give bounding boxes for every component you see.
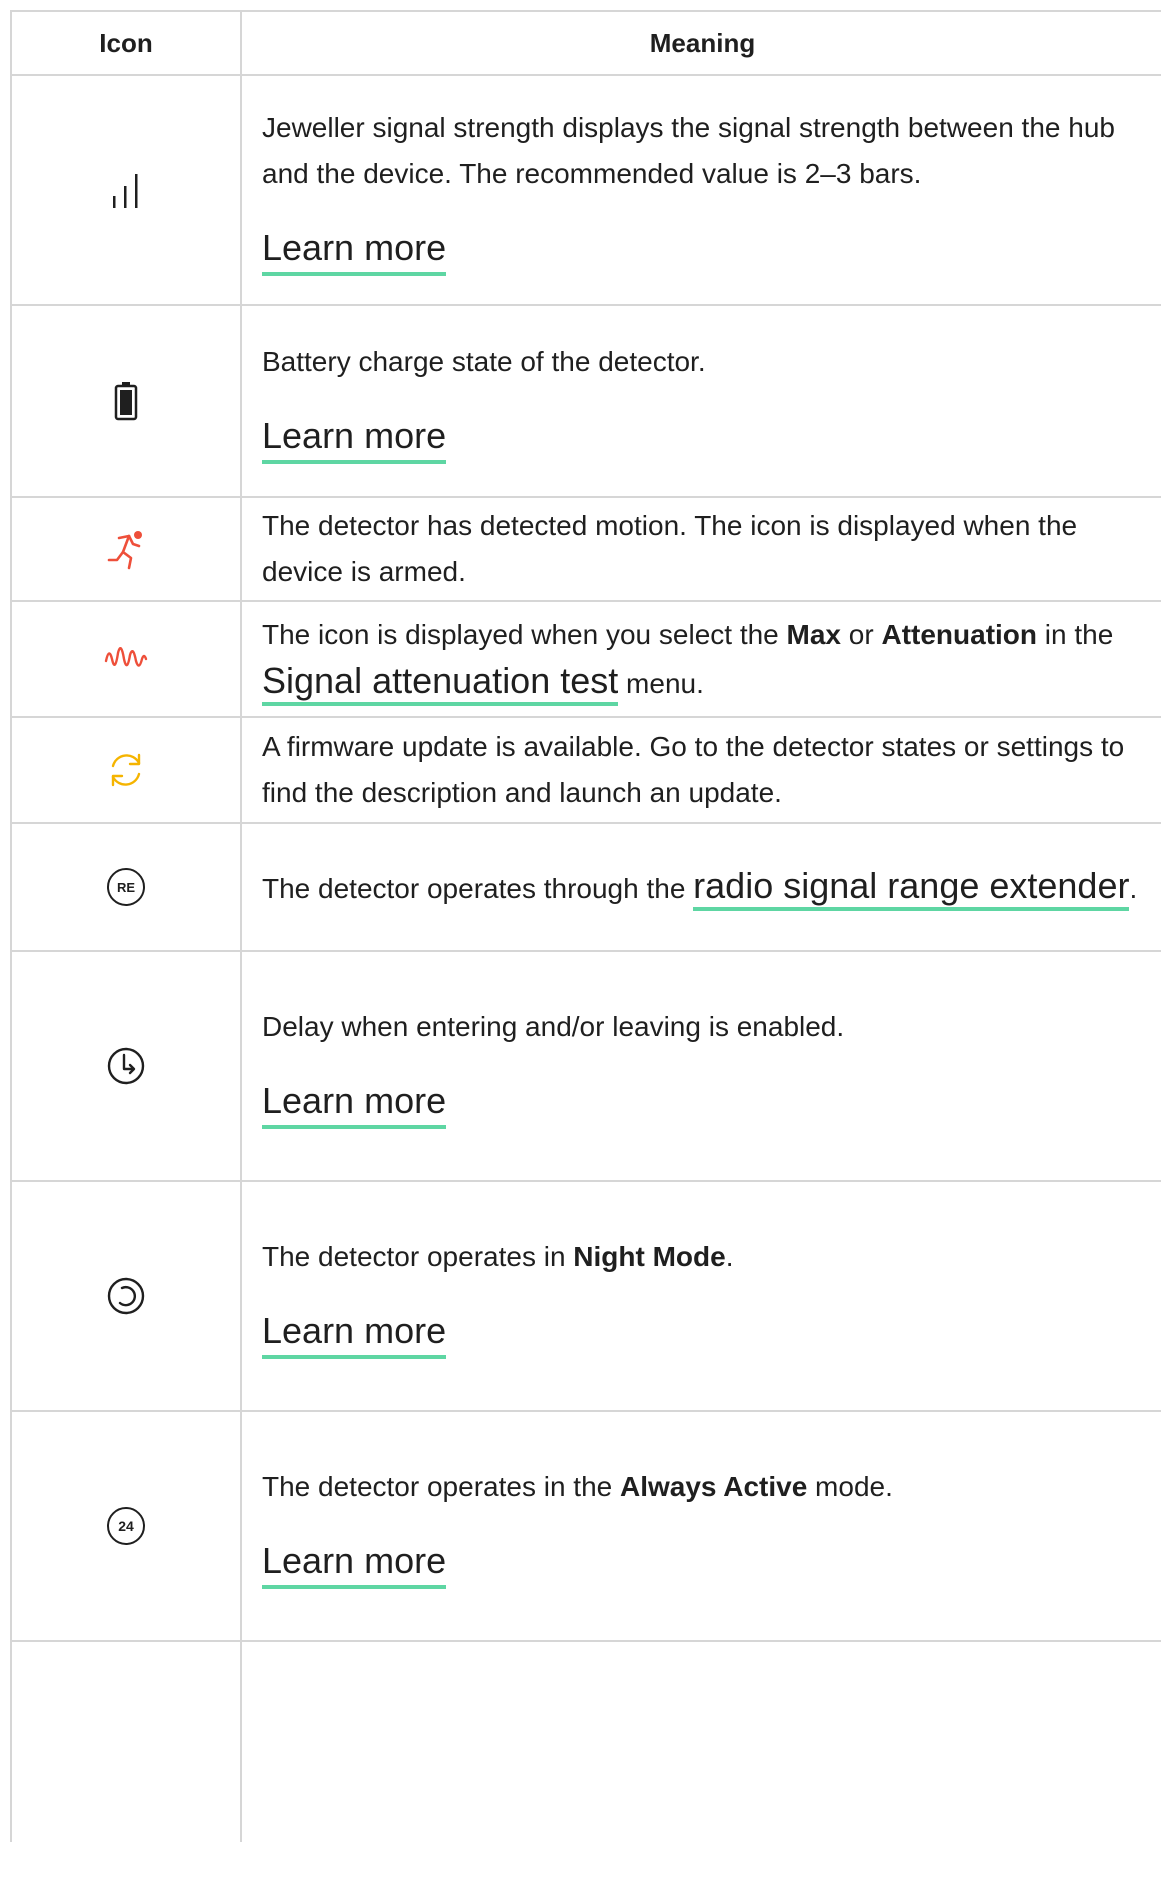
table-row: 24 The detector operates in the Always A… <box>12 1412 1161 1642</box>
row-description: The detector operates in the Always Acti… <box>262 1470 893 1502</box>
motion-runner-icon <box>107 531 142 570</box>
icons-table: Icon Meaning Jeweller signal strength di… <box>10 10 1161 1842</box>
bold-night-mode: Night Mode <box>573 1240 726 1272</box>
learn-more-link[interactable]: Learn more <box>262 413 447 464</box>
row-description: Delay when entering and/or leaving is en… <box>262 1010 845 1042</box>
row-description: The detector operates through the radio … <box>262 863 1139 912</box>
signal-attenuation-test-link[interactable]: Signal attenuation test <box>262 659 619 706</box>
table-row: The detector has detected motion. The ic… <box>12 498 1161 602</box>
radio-signal-range-extender-link[interactable]: radio signal range extender <box>693 864 1130 911</box>
table-row: Jeweller signal strength displays the si… <box>12 76 1161 306</box>
table-row: The icon is displayed when you select th… <box>12 602 1161 718</box>
header-meaning-column: Meaning <box>649 28 756 58</box>
table-row: A firmware update is available. Go to th… <box>12 718 1161 824</box>
header-icon-column: Icon <box>12 12 242 74</box>
row-description: Battery charge state of the detector. <box>262 345 706 377</box>
learn-more-link[interactable]: Learn more <box>262 225 447 276</box>
always-active-icon: 24 <box>107 1507 145 1545</box>
table-row: The detector operates in Night Mode. Lea… <box>12 1182 1161 1412</box>
row-description: A firmware update is available. Go to th… <box>262 731 1125 808</box>
learn-more-link[interactable]: Learn more <box>262 1538 447 1589</box>
signal-wave-icon <box>104 647 148 667</box>
row-description: Jeweller signal strength displays the si… <box>262 111 1115 189</box>
delay-clock-icon <box>107 1047 145 1085</box>
learn-more-link[interactable]: Learn more <box>262 1078 447 1129</box>
row-description: The detector has detected motion. The ic… <box>262 510 1078 587</box>
signal-strength-icon <box>113 174 138 208</box>
table-row: Delay when entering and/or leaving is en… <box>12 952 1161 1182</box>
battery-icon <box>114 382 138 421</box>
row-description: The icon is displayed when you select th… <box>262 612 1139 707</box>
table-row: Battery charge state of the detector. Le… <box>12 306 1161 498</box>
learn-more-link[interactable]: Learn more <box>262 1308 447 1359</box>
table-row <box>12 1642 1161 1842</box>
bold-max: Max <box>786 618 841 650</box>
bold-attenuation: Attenuation <box>881 618 1037 650</box>
bold-always-active: Always Active <box>620 1470 808 1502</box>
range-extender-icon: RE <box>107 868 145 906</box>
row-description: The detector operates in Night Mode. <box>262 1240 734 1272</box>
firmware-update-icon <box>111 753 141 787</box>
night-mode-icon <box>107 1277 145 1315</box>
table-header: Icon Meaning <box>12 12 1161 76</box>
table-row: RE The detector operates through the rad… <box>12 824 1161 952</box>
